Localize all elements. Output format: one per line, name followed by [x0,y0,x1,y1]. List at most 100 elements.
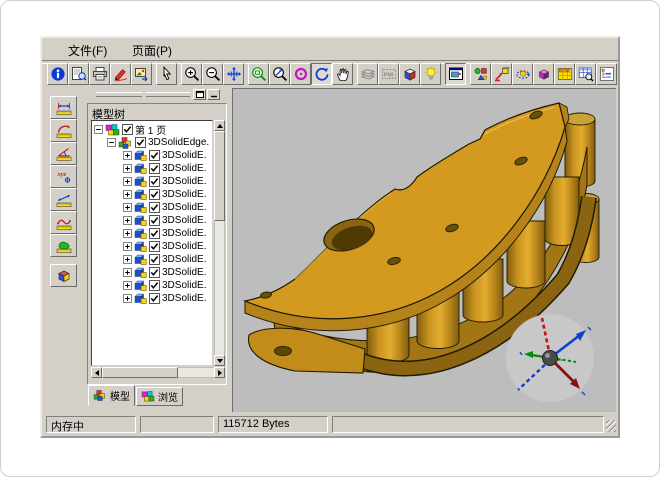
zoom-extents-button[interactable] [223,63,244,85]
tree-node-label: 3DSolidE. [162,150,206,161]
explode-view-button[interactable] [533,63,554,85]
tree-row-part[interactable]: 3DSolidE. [94,214,212,227]
measure-distance-button[interactable] [50,188,77,211]
zoom-in-button[interactable] [181,63,202,85]
menu-file[interactable]: 文件(F) [64,41,111,60]
zoom-out-button[interactable] [202,63,223,85]
panel-float-button[interactable] [193,89,206,100]
measure-curve-length-button[interactable] [50,211,77,234]
expand-expander-icon[interactable] [123,203,132,212]
measure-distance-h-button[interactable] [50,96,77,119]
info-icon [50,66,66,82]
move-part-button[interactable] [491,63,512,85]
expand-expander-icon[interactable] [123,242,132,251]
checkbox-checked-icon[interactable] [122,124,133,135]
tree-row-part[interactable]: 3DSolidE. [94,240,212,253]
horizontal-scroll-thumb[interactable] [102,367,178,378]
scroll-up-button[interactable] [214,120,225,131]
tree-vertical-scrollbar[interactable] [214,120,225,366]
tree-row-part[interactable]: 3DSolidE. [94,201,212,214]
rotate-part-button[interactable] [512,63,533,85]
checkbox-checked-icon[interactable] [135,137,146,148]
measure-angle-button[interactable] [50,142,77,165]
measure-radius-button[interactable] [50,119,77,142]
expand-expander-icon[interactable] [123,151,132,160]
part-node-icon [134,215,147,226]
measure-coordinate-button[interactable]: xyz [50,165,77,188]
viewport-3d[interactable] [232,88,616,412]
tree-row-part[interactable]: 3DSolidE. [94,292,212,305]
tree-row-page[interactable]: 第 1 页 [94,123,212,136]
expand-expander-icon[interactable] [123,216,132,225]
layers-button[interactable] [357,63,378,85]
checkbox-checked-icon[interactable] [149,202,160,213]
orientation-triad[interactable] [502,310,598,406]
expand-expander-icon[interactable] [123,190,132,199]
lighting-button[interactable] [420,63,441,85]
tab-model[interactable]: 模型 [88,385,135,406]
bom-table-find-button[interactable] [575,63,596,85]
checkbox-checked-icon[interactable] [149,293,160,304]
select-button[interactable] [156,63,177,85]
zoom-window-button[interactable] [248,63,269,85]
resize-grip[interactable] [606,420,616,432]
tree-row-part[interactable]: 3DSolidE. [94,175,212,188]
checkbox-checked-icon[interactable] [149,215,160,226]
panel-collapse-button[interactable] [207,89,220,100]
expand-expander-icon[interactable] [123,281,132,290]
vertical-scroll-thumb[interactable] [214,131,225,221]
checkbox-checked-icon[interactable] [149,189,160,200]
checkbox-checked-icon[interactable] [149,241,160,252]
tree-row-part[interactable]: 3DSolidE. [94,162,212,175]
collapse-expander-icon[interactable] [94,125,103,134]
tree-row-assembly[interactable]: 3DSolidEdge. [94,136,212,149]
panel-gripper[interactable] [146,92,190,97]
view-window-button[interactable] [445,63,466,85]
part-components-button[interactable] [470,63,491,85]
menu-page[interactable]: 页面(P) [128,41,176,60]
panel-splitter[interactable] [228,88,232,412]
tree-row-part[interactable]: 3DSolidE. [94,253,212,266]
expand-expander-icon[interactable] [123,177,132,186]
checkbox-checked-icon[interactable] [149,163,160,174]
measure-area-button[interactable] [50,234,77,257]
rotate-center-button[interactable] [290,63,311,85]
expand-expander-icon[interactable] [123,268,132,277]
measure-volume-button[interactable] [50,264,77,287]
scroll-right-button[interactable] [214,367,225,378]
checkbox-checked-icon[interactable] [149,280,160,291]
tree-row-part[interactable]: 3DSolidE. [94,188,212,201]
checkbox-checked-icon[interactable] [149,228,160,239]
rotate-view-button[interactable] [311,63,332,85]
print-button[interactable] [89,63,110,85]
model-tab-icon [93,390,107,401]
checkbox-checked-icon[interactable] [149,176,160,187]
zoom-dynamic-button[interactable] [269,63,290,85]
markup-button[interactable] [110,63,131,85]
expand-expander-icon[interactable] [123,164,132,173]
checkbox-checked-icon[interactable] [149,254,160,265]
panel-gripper[interactable] [96,92,142,97]
expand-expander-icon[interactable] [123,229,132,238]
expand-expander-icon[interactable] [123,294,132,303]
export-image-button[interactable] [131,63,152,85]
checkbox-checked-icon[interactable] [149,267,160,278]
scroll-left-button[interactable] [91,367,102,378]
tree-horizontal-scrollbar[interactable] [91,367,225,378]
pan-button[interactable] [332,63,353,85]
tab-browse[interactable]: 浏览 [136,387,183,406]
checkbox-checked-icon[interactable] [149,150,160,161]
structure-tree-button[interactable] [596,63,617,85]
print-preview-button[interactable] [68,63,89,85]
scroll-down-button[interactable] [214,355,225,366]
bom-button[interactable]: BOM [554,63,575,85]
render-mode-button[interactable] [399,63,420,85]
tree-row-part[interactable]: 3DSolidE. [94,266,212,279]
pmi-button[interactable]: PMI [378,63,399,85]
tree-row-part[interactable]: 3DSolidE. [94,279,212,292]
expand-expander-icon[interactable] [123,255,132,264]
collapse-expander-icon[interactable] [107,138,116,147]
tree-row-part[interactable]: 3DSolidE. [94,149,212,162]
tree-row-part[interactable]: 3DSolidE. [94,227,212,240]
info-button[interactable] [47,63,68,85]
